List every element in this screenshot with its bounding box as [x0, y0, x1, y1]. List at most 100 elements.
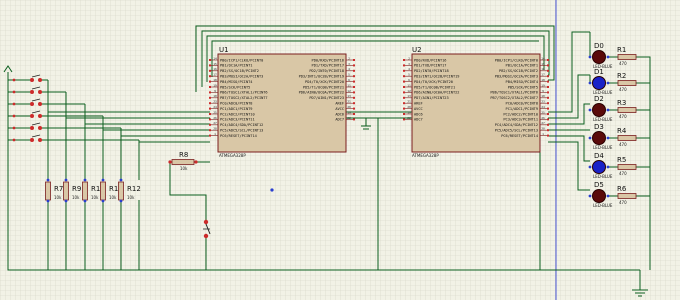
pulldown-value: 10k [127, 195, 135, 200]
resistor-icon [617, 193, 637, 199]
u2-pin-number: 18 [541, 78, 545, 82]
u1-pin-name: PD6/AIN0/OC0A/PCINT22 [299, 91, 344, 95]
u2-pin-number: 28 [541, 127, 545, 131]
u1-pin-number: 17 [213, 73, 217, 77]
u1-pin-name: PB4/MISO/PCINT4 [220, 80, 252, 84]
u1-pin-number: 6 [348, 78, 350, 82]
u2-pin-number: 20 [407, 105, 411, 109]
led-icon [592, 103, 606, 117]
u1-pin-name: PB7/TOSC2/XTAL2/PCINT7 [220, 96, 268, 100]
u1-pin-number: 9 [214, 89, 216, 93]
u1-pin-number: 25 [213, 110, 217, 114]
led-icon [592, 50, 606, 64]
u2-pin-number: 1 [542, 132, 544, 136]
u1-pin-name: PD3/INT1/OC2B/PCINT19 [299, 75, 344, 79]
resistor-icon [171, 159, 195, 165]
led-ref: D1 [594, 68, 604, 76]
led-part: LED-BLUE [593, 203, 613, 208]
u2-pin-number: 25 [541, 110, 545, 114]
u1-pin-name: PD1/TXD/PCINT17 [312, 64, 344, 68]
u2-part: ATMEGA328P [412, 153, 439, 158]
u2-pin-name: PB4/MISO/PCINT4 [506, 80, 538, 84]
u1-pin-number: 18 [213, 78, 217, 82]
pulldown-value: 10k [54, 195, 62, 200]
u1-pin-name: PB1/OC1A/PCINT1 [220, 64, 252, 68]
u1-pin-number: 28 [213, 127, 217, 131]
u2-pin-number: 19 [407, 110, 411, 114]
u2-pin-number: 21 [407, 100, 411, 104]
led-resistor-ref: R3 [617, 99, 626, 107]
u2-pin-number: 2 [408, 56, 410, 60]
pulldown-ref: R12 [127, 185, 141, 193]
u2-pin-name: PB7/TOSC2/XTAL2/PCINT7 [490, 96, 538, 100]
led-resistor-value: 470 [619, 87, 627, 92]
led-resistor-value: 470 [619, 171, 627, 176]
u1-pin-name: PB6/TOSC1/XTAL1/PCINT6 [220, 91, 268, 95]
u2-pin-number: 3 [408, 62, 410, 66]
led-resistor-value: 470 [619, 200, 627, 205]
mcu-u2[interactable]: U2 ATMEGA328P 2 PD0/RXD/PCINT16 3 PD1/TXD/P… [403, 46, 549, 158]
u1-pin-number: 20 [347, 105, 351, 109]
u2-pin-name: PC4/ADC4/SDA/PCINT12 [495, 123, 538, 127]
u2-pin-number: 14 [541, 56, 545, 60]
led-ref: D5 [594, 181, 604, 189]
mcu-u1[interactable]: U1 ATMEGA328P 14 PB0/ICP1/CLKO/PCINT015 PB… [209, 46, 355, 158]
u2-pin-name: PD5/T1/OC0B/PCINT21 [414, 85, 455, 89]
u2-pin-name: PD0/RXD/PCINT16 [414, 58, 446, 62]
u1-pin-name: AVCC [335, 107, 344, 111]
u2-pin-name: PD3/INT1/OC2B/PCINT19 [414, 75, 459, 79]
pulldown-value: 10k [109, 195, 117, 200]
u1-pin-number: 23 [213, 100, 217, 104]
u1-pin-name: PD7/AIN1/PCINT23 [309, 96, 344, 100]
u1-pin-name: PC1/ADC1/PCINT9 [220, 107, 252, 111]
resistor-icon [617, 135, 637, 141]
led-ref: D0 [594, 42, 604, 50]
u2-pin-number: 10 [541, 94, 545, 98]
u1-pin-name: ADC7 [335, 118, 344, 122]
led-icon [592, 76, 606, 90]
led-resistor-ref: R1 [617, 46, 626, 54]
resistor-icon [45, 181, 51, 201]
u1-pin-name: PD4/T0/XCK/PCINT20 [305, 80, 344, 84]
u1-pin-name: ADC6 [335, 112, 344, 116]
u1-pin-number: 11 [347, 83, 351, 87]
u2-pin-number: 26 [541, 116, 545, 120]
u1-pin-name: AREF [335, 102, 344, 106]
u1-pin-name: PB5/SCK/PCINT5 [220, 85, 250, 89]
u1-pin-name: PC6/RESET/PCINT14 [220, 134, 257, 138]
u1-pin-number: 4 [348, 67, 350, 71]
u1-pin-number: 3 [348, 62, 350, 66]
led-resistor-value: 470 [619, 114, 627, 119]
u1-pin-number: 10 [213, 94, 217, 98]
led-resistor-value: 470 [619, 61, 627, 66]
led-resistor-ref: R2 [617, 72, 626, 80]
u1-pin-number: 19 [347, 110, 351, 114]
u1-pin-number: 5 [348, 73, 350, 77]
schematic-svg[interactable]: U1 ATMEGA328P 14 PB0/ICP1/CLKO/PCINT015 PB… [0, 0, 680, 300]
u2-pin-name: PB5/SCK/PCINT5 [508, 85, 538, 89]
u2-pin-number: 5 [408, 73, 410, 77]
u2-pin-name: AREF [414, 102, 423, 106]
u1-pin-number: 24 [213, 105, 217, 109]
u1-pin-number: 15 [213, 62, 217, 66]
u2-pin-name: PD4/T0/XCK/PCINT20 [414, 80, 453, 84]
led-part: LED-BLUE [593, 145, 613, 150]
u2-pin-name: PB1/OC1A/PCINT1 [506, 64, 538, 68]
u1-pin-number: 2 [348, 56, 350, 60]
led-ref: D2 [594, 95, 604, 103]
u1-part: ATMEGA328P [219, 153, 246, 158]
u2-pin-name: PC6/RESET/PCINT14 [501, 134, 538, 138]
schematic-canvas[interactable]: U1 ATMEGA328P 14 PB0/ICP1/CLKO/PCINT0 15 PB… [0, 0, 680, 300]
u1-pin-name: PB3/MOSI/OC2A/PCINT3 [220, 75, 263, 79]
u1-pin-number: 22 [347, 116, 351, 120]
resistor-icon [63, 181, 69, 201]
resistor-icon [100, 181, 106, 201]
r8-ref: R8 [179, 151, 188, 159]
led-resistor-ref: R6 [617, 185, 627, 193]
u2-pin-number: 23 [541, 100, 545, 104]
u2-pin-name: ADC6 [414, 112, 423, 116]
u1-pin-name: PC2/ADC2/PCINT10 [220, 112, 255, 116]
led-resistor-ref: R4 [617, 127, 627, 135]
led-icon [592, 131, 606, 145]
u2-pin-number: 27 [541, 121, 545, 125]
